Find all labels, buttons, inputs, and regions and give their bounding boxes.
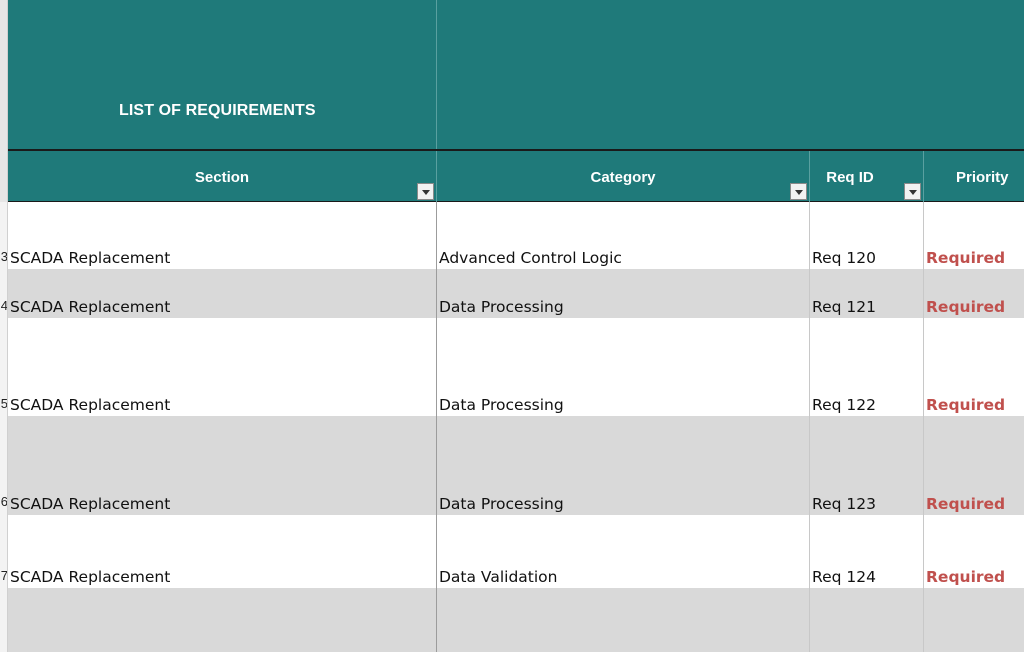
data-rows: SCADA Replacement Advanced Control Logic… [8,202,1024,652]
column-header-label: Category [590,169,656,186]
cell-priority[interactable]: Required [924,269,1024,318]
row-number[interactable]: 5 [0,396,7,411]
cell-priority[interactable]: Required [924,416,1024,515]
table-row[interactable]: SCADA Replacement Data Processing Req 12… [8,269,1024,318]
cell-category[interactable]: Data Processing [437,269,810,318]
cell-section[interactable]: SCADA Replacement [8,318,437,416]
cell-priority[interactable]: Required [924,318,1024,416]
column-header-row: Section Category Req ID Priority [8,149,1024,202]
column-header-label: Priority [956,169,1009,186]
cell-req-id[interactable]: Req 120 [810,202,924,269]
cell-req-id[interactable]: Req 123 [810,416,924,515]
cell-req-id[interactable]: Req 122 [810,318,924,416]
row-number[interactable]: 3 [0,249,7,264]
spreadsheet: 3 4 5 6 7 LIST OF REQUIREMENTS Section C… [0,0,1024,652]
cell-category[interactable]: Data Processing [437,416,810,515]
table-row[interactable]: SCADA Replacement Data Processing Req 12… [8,318,1024,416]
row-number[interactable]: 7 [0,568,7,583]
sheet-title: LIST OF REQUIREMENTS [119,102,316,119]
filter-dropdown-icon[interactable] [790,183,807,200]
column-header-label: Req ID [826,169,874,186]
cell-section[interactable]: SCADA Replacement [8,515,437,588]
cell-section[interactable]: SCADA Replacement [8,202,437,269]
cell-req-id[interactable]: Req 121 [810,269,924,318]
cell-priority[interactable]: Required [924,515,1024,588]
row-number[interactable]: 6 [0,494,7,509]
column-header-category[interactable]: Category [437,151,810,202]
table-row[interactable]: SCADA Replacement Advanced Control Logic… [8,202,1024,269]
table-row[interactable]: SCADA Replacement Data Processing Req 12… [8,416,1024,515]
table-row[interactable] [8,588,1024,652]
cell-priority[interactable]: Required [924,202,1024,269]
cell-req-id[interactable]: Req 124 [810,515,924,588]
cell-section[interactable]: SCADA Replacement [8,269,437,318]
column-header-req-id[interactable]: Req ID [810,151,924,202]
column-header-label: Section [194,169,250,186]
row-number[interactable]: 4 [0,298,7,313]
column-header-priority[interactable]: Priority [924,151,1024,202]
title-band: LIST OF REQUIREMENTS [8,0,1024,149]
cell-category[interactable]: Data Validation [437,515,810,588]
cell-category[interactable]: Data Processing [437,318,810,416]
row-number-gutter: 3 4 5 6 7 [0,0,8,652]
cell-section[interactable]: SCADA Replacement [8,416,437,515]
column-header-section[interactable]: Section [8,151,437,202]
filter-dropdown-icon[interactable] [417,183,434,200]
filter-dropdown-icon[interactable] [904,183,921,200]
cell-category[interactable]: Advanced Control Logic [437,202,810,269]
table-row[interactable]: SCADA Replacement Data Validation Req 12… [8,515,1024,588]
